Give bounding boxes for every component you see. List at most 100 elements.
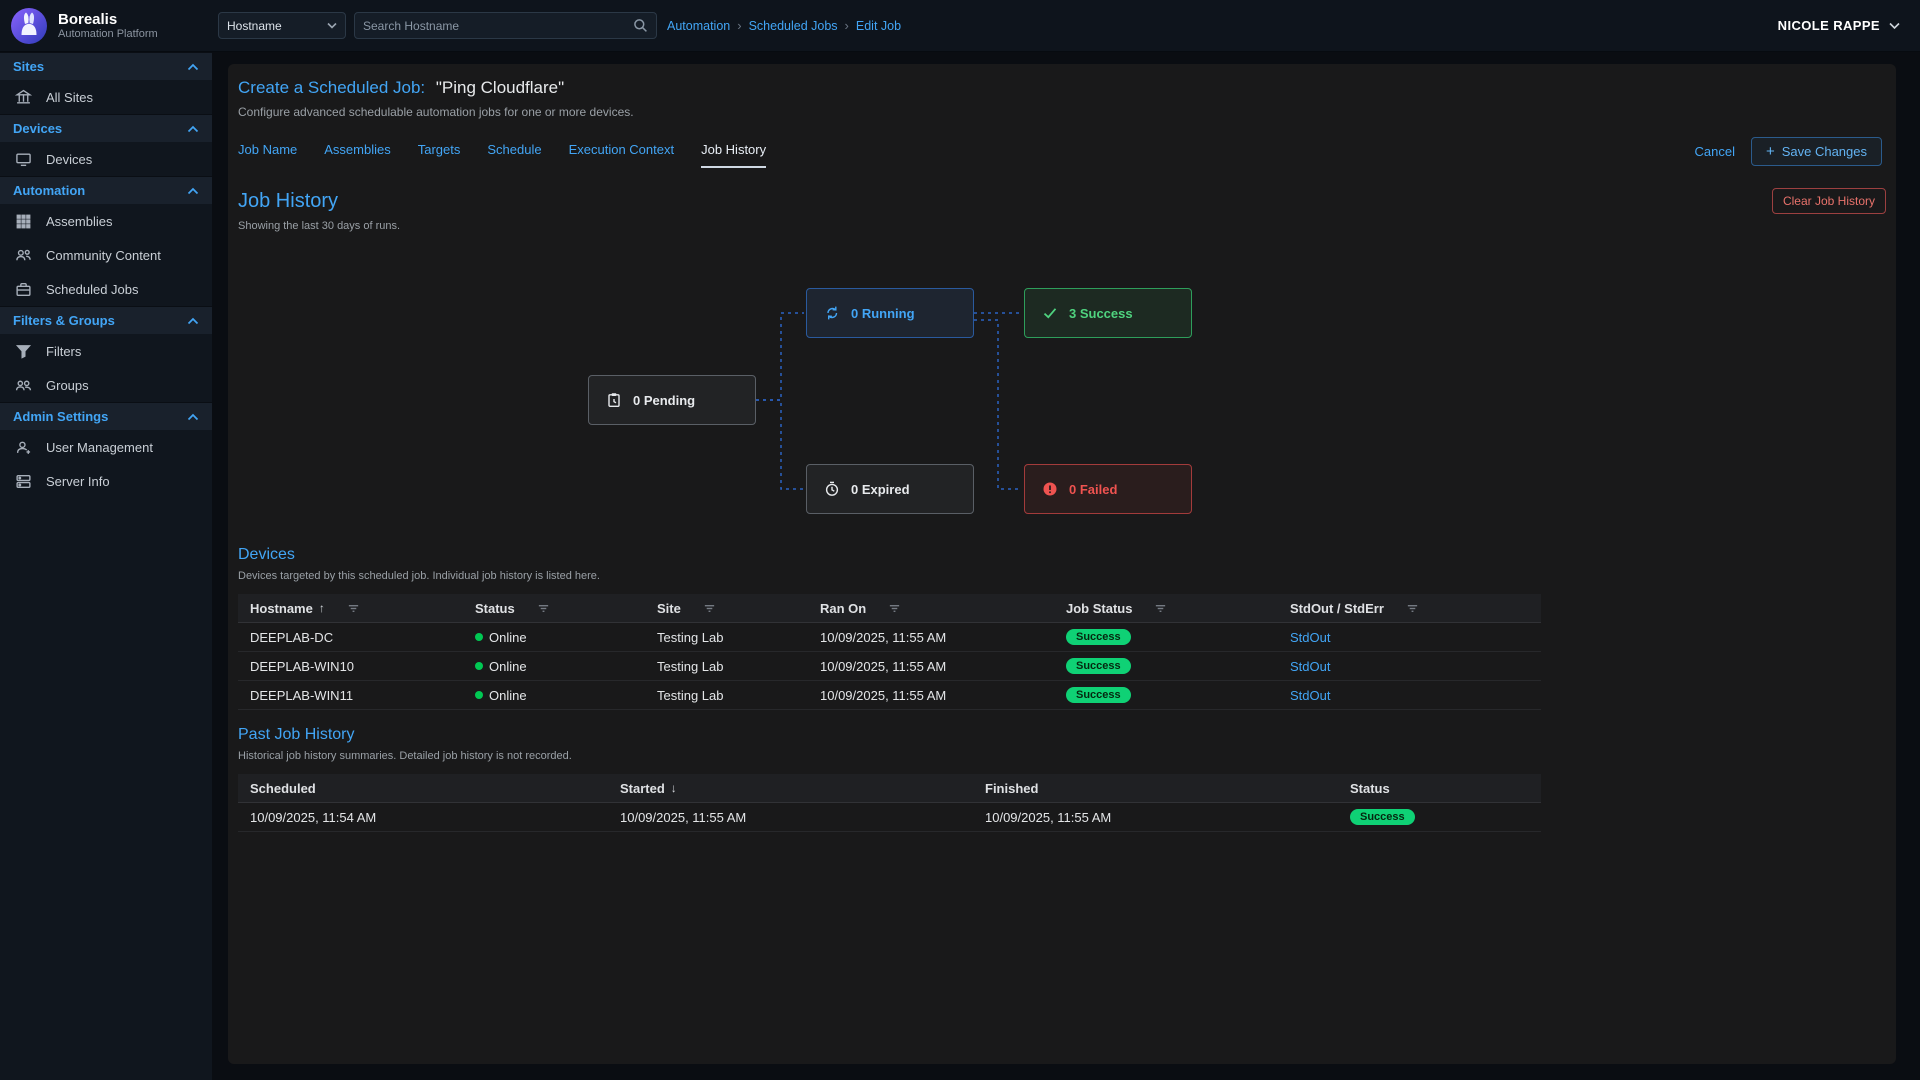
tab-assemblies[interactable]: Assemblies	[324, 142, 390, 168]
sidebar-item-filters[interactable]: Filters	[0, 334, 212, 368]
sidebar-item-label: All Sites	[46, 90, 93, 105]
table-row: 10/09/2025, 11:54 AM 10/09/2025, 11:55 A…	[238, 803, 1541, 832]
finished-cell: 10/09/2025, 11:55 AM	[973, 810, 1338, 825]
tab-schedule[interactable]: Schedule	[487, 142, 541, 168]
devices-description: Devices targeted by this scheduled job. …	[238, 570, 1886, 582]
sidebar-section-automation[interactable]: Automation	[0, 176, 212, 204]
expired-clock-icon	[824, 481, 840, 497]
brand: Borealis Automation Platform	[0, 7, 212, 45]
column-header-site[interactable]: Site	[645, 601, 808, 616]
breadcrumb-separator: ›	[737, 18, 741, 33]
column-header-status[interactable]: Status	[463, 601, 645, 616]
past-job-history-heading: Past Job History	[238, 726, 1886, 744]
sidebar-section-sites[interactable]: Sites	[0, 52, 212, 80]
column-header-finished[interactable]: Finished	[973, 781, 1338, 796]
brand-title: Borealis	[58, 11, 158, 28]
search-input[interactable]	[363, 19, 633, 33]
topbar: Borealis Automation Platform Hostname Au…	[0, 0, 1920, 52]
stdout-cell: StdOut	[1278, 630, 1541, 645]
flow-node-label: 0 Expired	[851, 482, 910, 497]
sidebar-item-assemblies[interactable]: Assemblies	[0, 204, 212, 238]
past-job-history-description: Historical job history summaries. Detail…	[238, 750, 1886, 762]
column-header-status[interactable]: Status	[1338, 781, 1541, 796]
save-changes-button[interactable]: + Save Changes	[1751, 137, 1882, 166]
devices-table: Hostname ↑ Status Site Ran On	[238, 594, 1541, 710]
sidebar-section-filters-groups[interactable]: Filters & Groups	[0, 306, 212, 334]
online-status-dot	[475, 662, 483, 670]
sidebar-item-label: Server Info	[46, 474, 110, 489]
column-header-hostname[interactable]: Hostname ↑	[238, 601, 463, 616]
sidebar-item-groups[interactable]: Groups	[0, 368, 212, 402]
scheduled-cell: 10/09/2025, 11:54 AM	[238, 810, 608, 825]
stdout-cell: StdOut	[1278, 688, 1541, 703]
status-cell: Online	[463, 630, 645, 645]
stdout-link[interactable]: StdOut	[1290, 630, 1330, 645]
scheduled-jobs-icon	[15, 281, 32, 298]
tab-job-name[interactable]: Job Name	[238, 142, 297, 168]
sidebar-item-label: Community Content	[46, 248, 161, 263]
devices-table-header: Hostname ↑ Status Site Ran On	[238, 594, 1541, 623]
user-menu[interactable]: NICOLE RAPPE	[1778, 18, 1900, 33]
hostname-select[interactable]: Hostname	[218, 12, 346, 39]
borealis-logo	[10, 7, 48, 45]
hostname-cell: DEEPLAB-DC	[238, 630, 463, 645]
server-info-icon	[15, 473, 32, 490]
flow-node-label: 3 Success	[1069, 306, 1133, 321]
column-header-stdout-stderr[interactable]: StdOut / StdErr	[1278, 601, 1541, 616]
filter-icon[interactable]	[1406, 602, 1419, 615]
section-label: Sites	[13, 59, 44, 74]
cancel-button[interactable]: Cancel	[1694, 144, 1734, 159]
section-label: Admin Settings	[13, 409, 108, 424]
sidebar-item-devices[interactable]: Devices	[0, 142, 212, 176]
chevron-up-icon	[187, 63, 199, 71]
filter-icon[interactable]	[347, 602, 360, 615]
breadcrumb-link-scheduled-jobs[interactable]: Scheduled Jobs	[749, 19, 838, 33]
column-header-scheduled[interactable]: Scheduled	[238, 781, 608, 796]
tab-targets[interactable]: Targets	[418, 142, 461, 168]
breadcrumb-link-automation[interactable]: Automation	[667, 19, 730, 33]
table-row: DEEPLAB-WIN11 Online Testing Lab 10/09/2…	[238, 681, 1541, 710]
breadcrumb: Automation › Scheduled Jobs › Edit Job	[667, 18, 901, 33]
past-table-header: Scheduled Started ↓ Finished Status	[238, 774, 1541, 803]
sidebar-item-scheduled-jobs[interactable]: Scheduled Jobs	[0, 272, 212, 306]
sort-asc-icon: ↑	[319, 601, 325, 615]
column-header-ran-on[interactable]: Ran On	[808, 601, 1054, 616]
pending-icon	[606, 392, 622, 408]
breadcrumb-link-edit-job[interactable]: Edit Job	[856, 19, 901, 33]
job-history-description: Showing the last 30 days of runs.	[238, 220, 1886, 232]
sidebar-section-devices[interactable]: Devices	[0, 114, 212, 142]
table-row: DEEPLAB-DC Online Testing Lab 10/09/2025…	[238, 623, 1541, 652]
groups-icon	[15, 377, 32, 394]
status-badge: Success	[1350, 809, 1415, 825]
job-status-cell: Success	[1054, 687, 1278, 703]
flow-node-running: 0 Running	[806, 288, 974, 338]
sidebar: Sites All Sites Devices Devices Automati…	[0, 52, 212, 1080]
job-history-heading: Job History	[238, 190, 338, 213]
sidebar-item-user-management[interactable]: User Management	[0, 430, 212, 464]
filters-icon	[15, 343, 32, 360]
column-header-started[interactable]: Started ↓	[608, 781, 973, 796]
tab-job-history[interactable]: Job History	[701, 142, 766, 168]
flow-node-failed: 0 Failed	[1024, 464, 1192, 514]
filter-icon[interactable]	[537, 602, 550, 615]
tab-execution-context[interactable]: Execution Context	[569, 142, 675, 168]
status-cell: Online	[463, 659, 645, 674]
success-check-icon	[1042, 305, 1058, 321]
column-header-job-status[interactable]: Job Status	[1054, 601, 1278, 616]
user-management-icon	[15, 439, 32, 456]
stdout-link[interactable]: StdOut	[1290, 659, 1330, 674]
filter-icon[interactable]	[888, 602, 901, 615]
sidebar-item-server-info[interactable]: Server Info	[0, 464, 212, 498]
clear-job-history-button[interactable]: Clear Job History	[1772, 188, 1886, 214]
sidebar-item-community-content[interactable]: Community Content	[0, 238, 212, 272]
filter-icon[interactable]	[1154, 602, 1167, 615]
search-icon[interactable]	[633, 18, 648, 33]
stdout-link[interactable]: StdOut	[1290, 688, 1330, 703]
main-area: Create a Scheduled Job: "Ping Cloudflare…	[212, 52, 1920, 1080]
filter-icon[interactable]	[703, 602, 716, 615]
brand-subtitle: Automation Platform	[58, 28, 158, 40]
plus-icon: +	[1766, 144, 1775, 159]
chevron-down-icon	[1889, 22, 1900, 30]
sidebar-item-all-sites[interactable]: All Sites	[0, 80, 212, 114]
sidebar-section-admin-settings[interactable]: Admin Settings	[0, 402, 212, 430]
